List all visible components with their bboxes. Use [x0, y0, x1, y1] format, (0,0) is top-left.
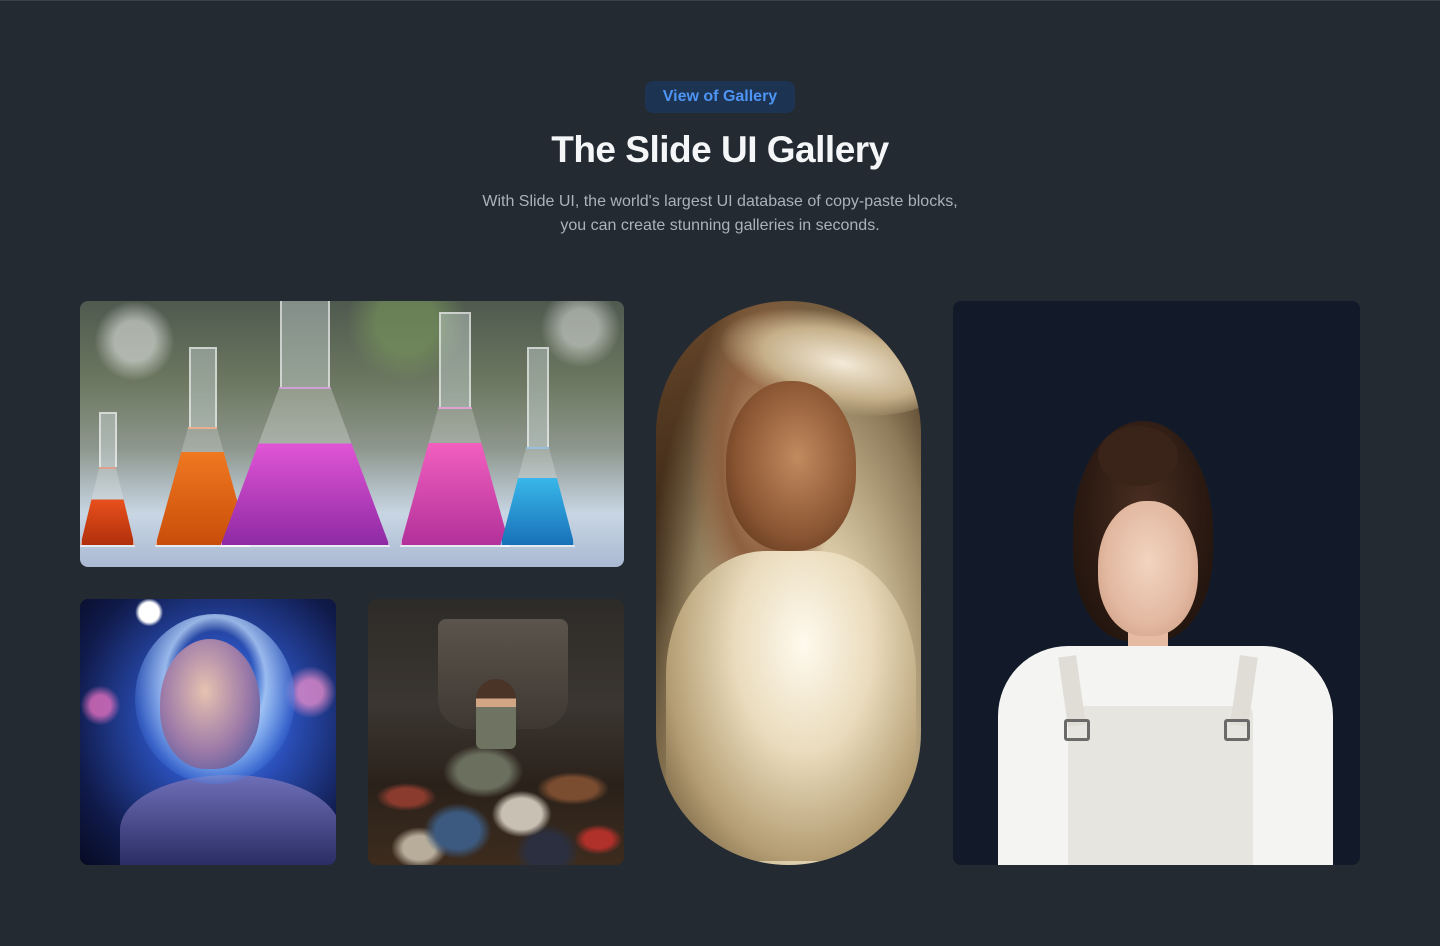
view-of-gallery-badge[interactable]: View of Gallery — [645, 81, 795, 113]
flask — [400, 312, 510, 547]
laboratory-flasks-image[interactable] — [80, 301, 624, 567]
page-title: The Slide UI Gallery — [551, 129, 889, 170]
flask — [220, 301, 390, 547]
buckle-right — [1224, 719, 1250, 741]
white-scarf-portrait-image[interactable] — [656, 301, 921, 865]
shoulder-shape — [120, 775, 336, 865]
hair-bun — [1098, 426, 1178, 486]
scarf-shape — [666, 551, 916, 861]
flask — [500, 347, 575, 547]
neon-woman-image[interactable] — [80, 599, 336, 865]
seated-person — [476, 679, 516, 749]
page-subtitle: With Slide UI, the world's largest UI da… — [420, 190, 1020, 238]
face-shape — [726, 381, 856, 551]
clothes-pile-image[interactable] — [368, 599, 624, 865]
flask — [80, 412, 135, 547]
face-shape — [1098, 501, 1198, 636]
overalls-woman-image[interactable] — [953, 301, 1360, 865]
face-shape — [160, 639, 260, 769]
gallery-section: View of Gallery The Slide UI Gallery Wit… — [0, 0, 1440, 946]
subtitle-line-1: With Slide UI, the world's largest UI da… — [482, 193, 958, 210]
buckle-left — [1064, 719, 1090, 741]
subtitle-line-2: you can create stunning galleries in sec… — [560, 217, 880, 234]
